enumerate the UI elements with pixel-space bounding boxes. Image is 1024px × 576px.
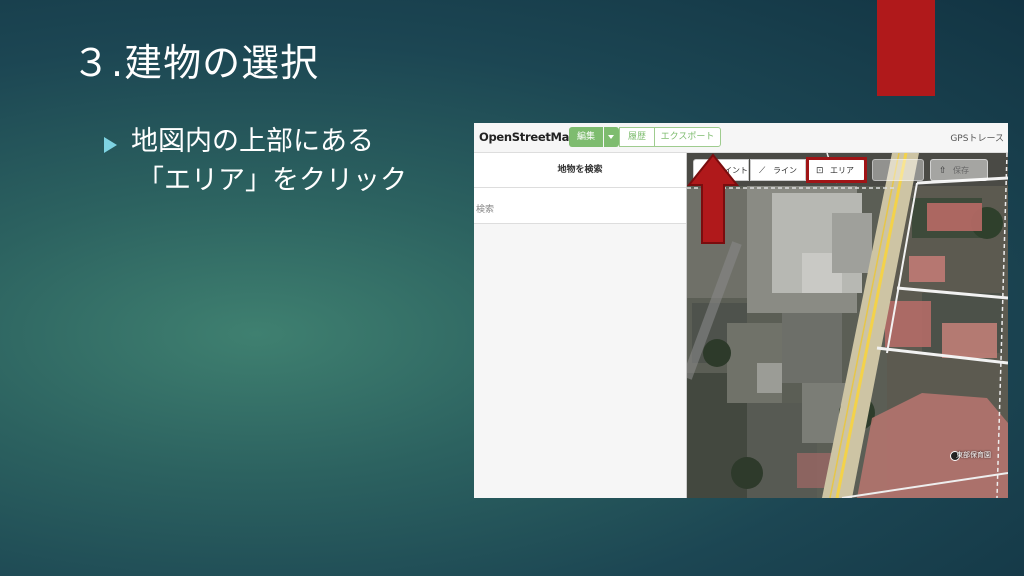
tab-history[interactable]: 履歴: [619, 127, 655, 147]
edit-button[interactable]: 編集: [569, 127, 603, 147]
slide-title: ３.建物の選択: [72, 41, 320, 85]
osm-screenshot: OpenStreetMap 編集 履歴 エクスポート GPSトレース 地物を検索…: [474, 123, 1008, 498]
bullet-line-1: 地図内の上部にある: [131, 126, 374, 157]
poi-label: 東部保育園: [956, 451, 991, 459]
red-accent-tab: [877, 0, 935, 96]
tab-export[interactable]: エクスポート: [654, 127, 721, 147]
line-draw-icon: ⟋: [759, 166, 766, 176]
bullet-line-2: 「エリア」をクリック: [137, 165, 407, 196]
area-button-highlight: [806, 157, 867, 183]
feature-search-input[interactable]: 検索: [474, 188, 686, 224]
bullet-text: 地図内の上部にある 「エリア」をクリック: [131, 122, 407, 200]
search-placeholder: 検索: [476, 205, 495, 215]
map-canvas[interactable]: ● ポイント ⟋ ライン ⊡ エリア ⇧ 保存 東部保育園: [687, 153, 1008, 498]
bullet-arrow-icon: [104, 137, 117, 153]
up-arrow-icon: [687, 153, 739, 244]
add-line-button[interactable]: ⟋ ライン: [750, 159, 806, 181]
note-button[interactable]: [872, 159, 924, 181]
edit-dropdown-chevron-icon[interactable]: [604, 127, 619, 147]
upload-icon: ⇧: [939, 166, 947, 176]
osm-sidebar: 地物を検索 検索: [474, 153, 687, 498]
osm-topbar: OpenStreetMap 編集 履歴 エクスポート GPSトレース: [474, 123, 1008, 153]
sidebar-title: 地物を検索: [474, 153, 686, 188]
save-button[interactable]: ⇧ 保存: [930, 159, 988, 181]
gps-traces-link[interactable]: GPSトレース: [950, 131, 1004, 144]
osm-logo[interactable]: OpenStreetMap: [479, 130, 577, 144]
